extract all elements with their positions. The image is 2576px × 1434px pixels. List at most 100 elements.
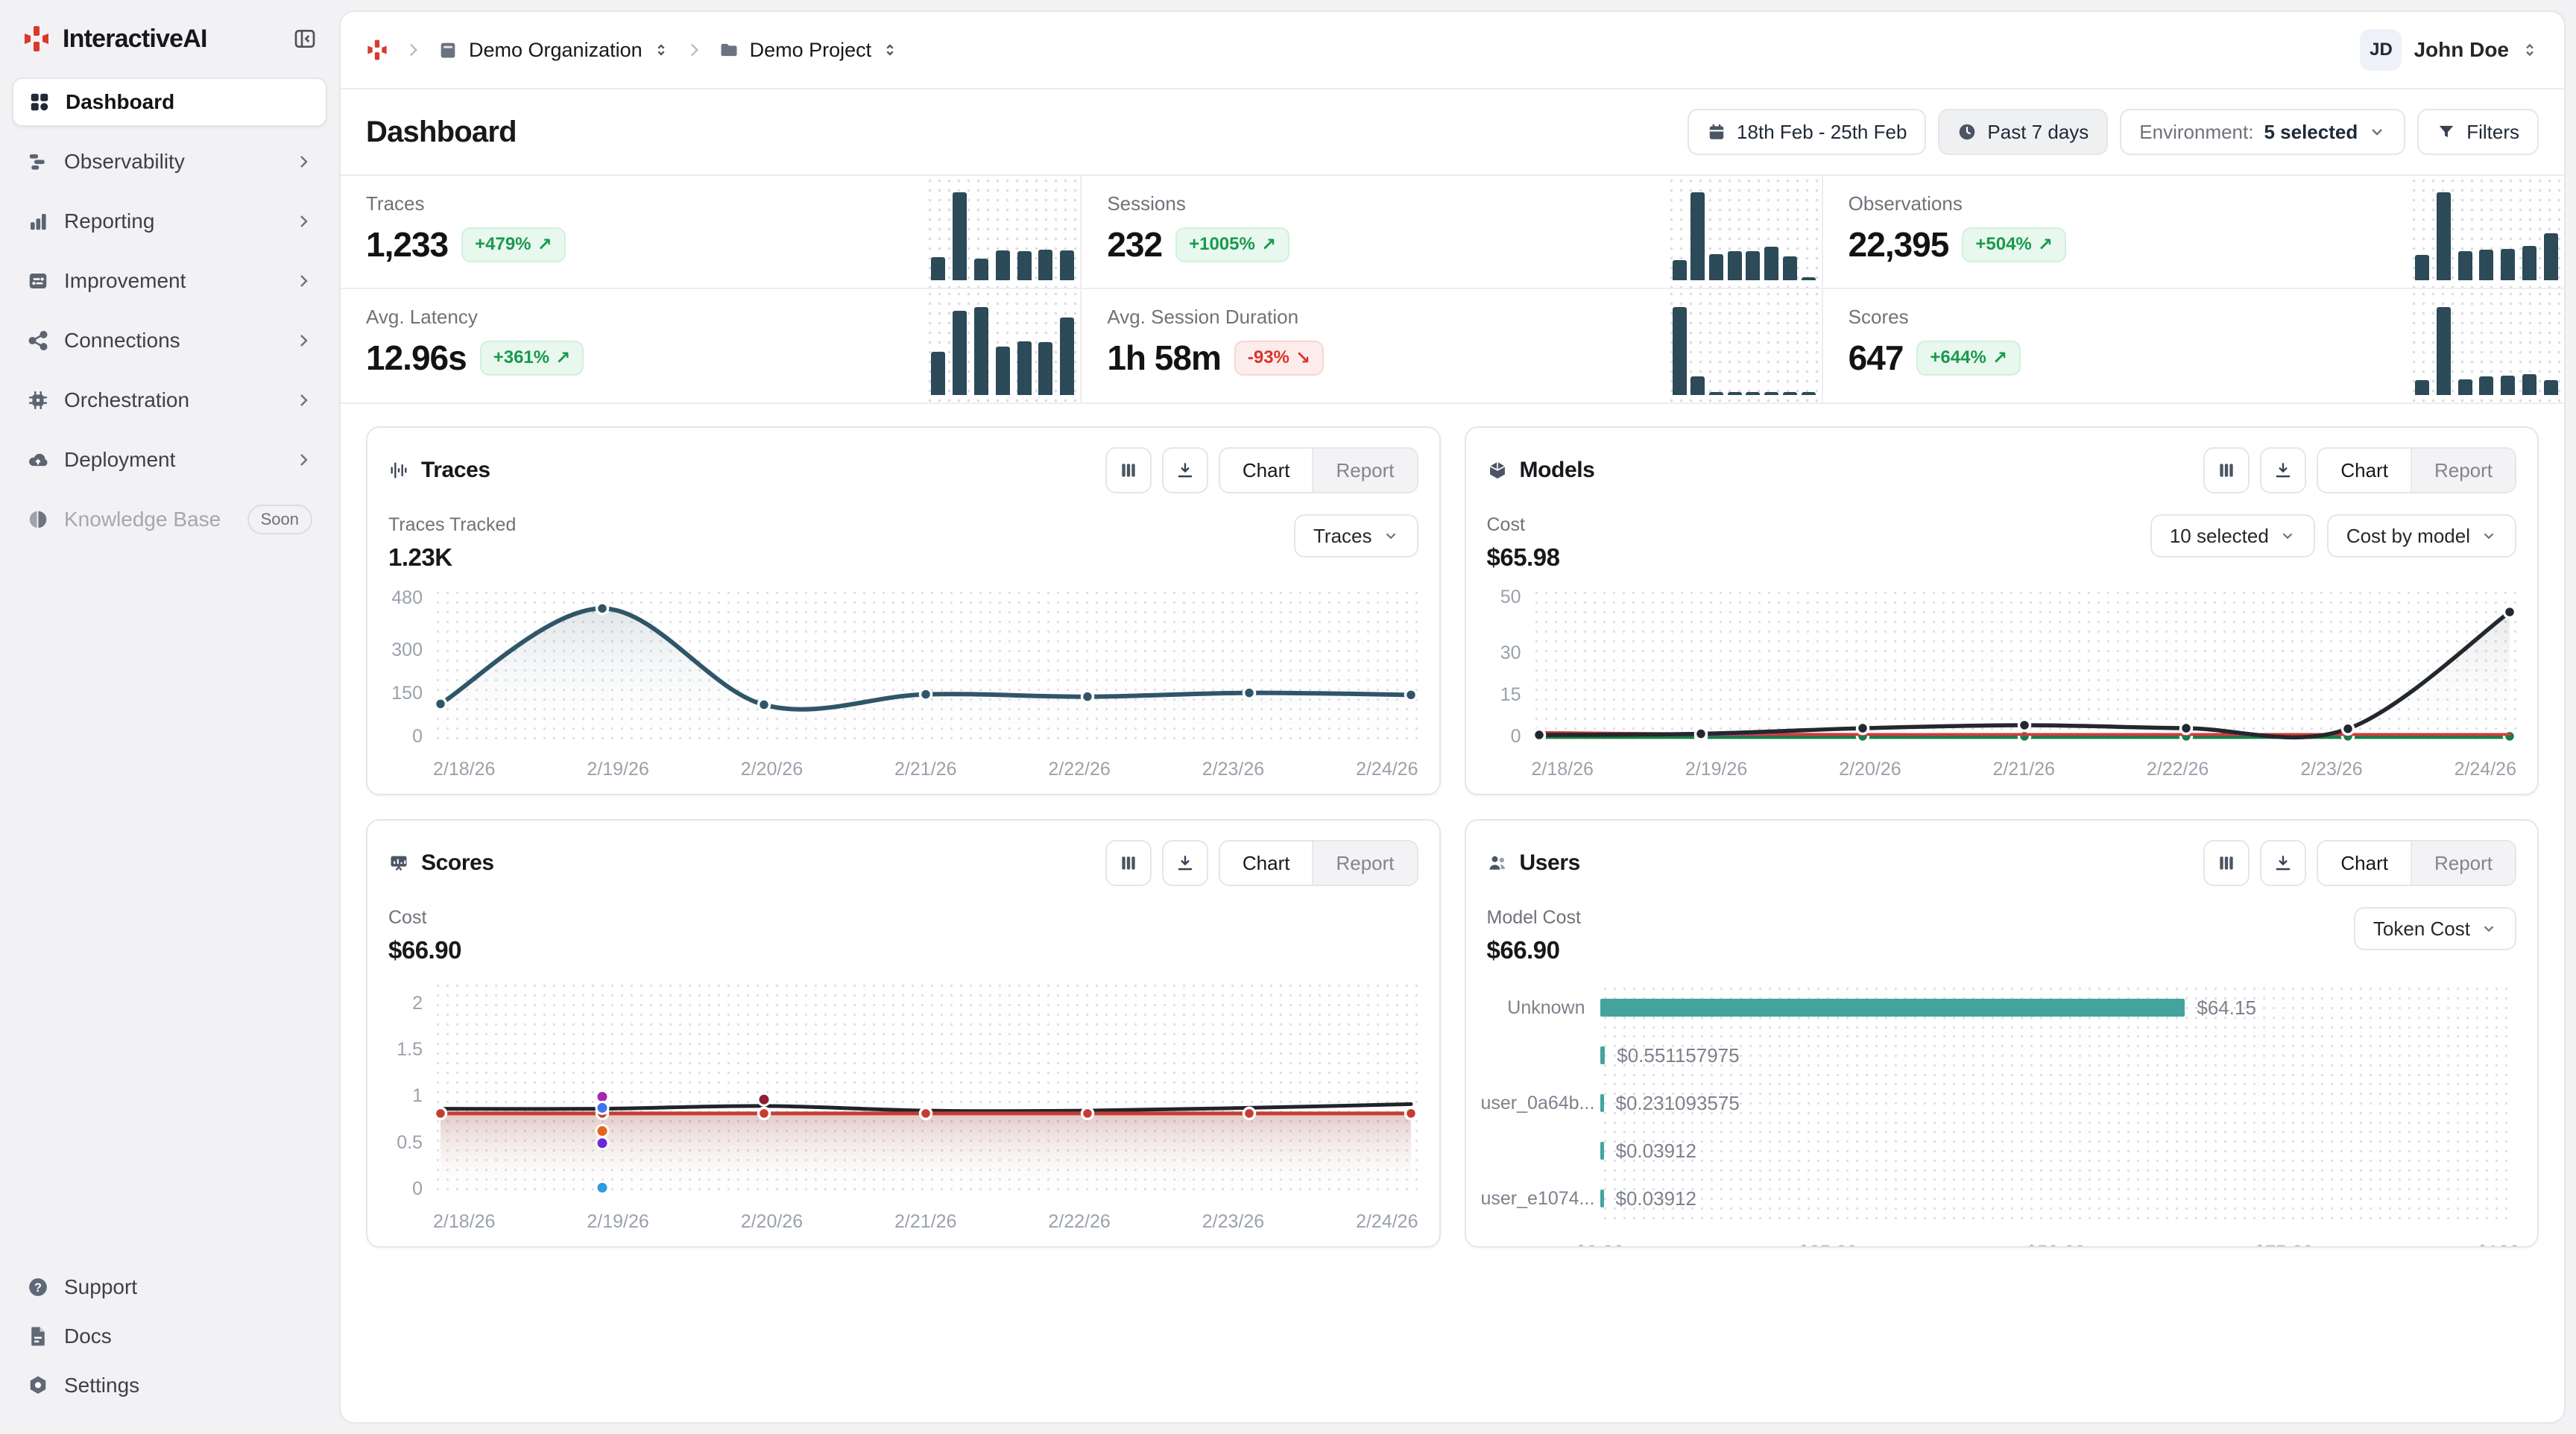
download-icon [1175,853,1195,873]
kpi-traces: Traces 1,233 +479%↗ [341,176,1082,289]
kpi-value: 647 [1849,338,1904,378]
filters-button[interactable]: Filters [2417,109,2539,155]
bar-value-label: $0.231093575 [1616,1092,1740,1115]
metric-value: $66.90 [1487,936,1581,964]
kpi-value: 12.96s [366,338,467,378]
tab-report[interactable]: Report [2411,841,2515,885]
quick-range-button[interactable]: Past 7 days [1938,109,2108,155]
trend-arrow-icon: ↗ [555,347,570,369]
spark-bar [2415,380,2429,395]
columns-icon [1119,461,1138,480]
columns-button[interactable] [1105,840,1152,886]
download-button[interactable] [2260,447,2306,493]
plot-area [433,588,1418,745]
users-metric-dropdown[interactable]: Token Cost [2354,907,2516,950]
metric-label: Cost [1487,514,1560,536]
spark-bar [953,311,967,395]
columns-button[interactable] [1105,447,1152,493]
plot-area [433,981,1418,1197]
environment-label: Environment: [2139,121,2253,144]
sidebar-item-label: Support [64,1275,137,1299]
sidebar-item-settings[interactable]: Settings [12,1362,327,1409]
trend-arrow-icon: ↘ [1295,347,1310,369]
models-card: Models Chart [1465,426,2539,795]
y-tick: 50 [1500,587,1521,608]
bar-track: $0.03912 [1600,1127,2513,1175]
x-axis: 2/18/262/19/262/20/262/21/262/22/262/23/… [433,745,1418,780]
tab-report[interactable]: Report [1312,449,1416,492]
select-updown-icon [2521,41,2539,59]
x-axis: 2/18/262/19/262/20/262/21/262/22/262/23/… [1532,745,2517,780]
tab-chart[interactable]: Chart [1220,841,1313,885]
sidebar-item-support[interactable]: ? Support [12,1264,327,1310]
models-groupby-dropdown[interactable]: Cost by model [2327,514,2516,558]
x-tick: 2/24/26 [2455,759,2516,780]
kpi-value: 232 [1107,224,1162,265]
environment-select[interactable]: Environment: 5 selected [2120,109,2405,155]
project-switcher[interactable]: Demo Project [719,39,899,62]
sidebar-collapse-button[interactable] [293,27,317,51]
traces-card: Traces Chart [366,426,1441,795]
tab-chart[interactable]: Chart [2318,841,2411,885]
sidebar-item-improvement[interactable]: Improvement [12,256,327,306]
spark-bar [2437,192,2451,280]
bar-row: user_e1074...$0.03912 [1481,1175,2513,1222]
traces-line-chart: 0150300480 2/18/262/19/262/20/262/21/262… [378,588,1418,780]
breadcrumb-separator-icon [684,40,704,60]
sidebar-item-label: Reporting [64,209,154,233]
traces-metric-dropdown[interactable]: Traces [1294,514,1418,558]
improvement-icon [27,270,49,292]
kpi-sparkline [925,289,1080,402]
trend-arrow-icon: ↗ [2038,234,2053,256]
sidebar-item-dashboard[interactable]: Dashboard [12,78,327,127]
organization-icon [438,40,458,60]
download-button[interactable] [2260,840,2306,886]
bar-rows: Unknown$64.15$0.551157975user_0a64b...$0… [1481,984,2513,1222]
chevron-down-icon [2481,920,2497,937]
spark-bar [2501,376,2515,395]
spark-bar [953,192,967,280]
sidebar-item-orchestration[interactable]: Orchestration [12,376,327,425]
bar [1600,1190,1604,1207]
user-menu[interactable]: JD John Doe [2360,29,2539,71]
tab-chart[interactable]: Chart [2318,449,2411,492]
spark-bar [1017,341,1032,395]
sidebar-item-connections[interactable]: Connections [12,316,327,365]
spark-bar [2501,249,2515,280]
sidebar-item-label: Dashboard [66,90,174,114]
calendar-icon [1707,122,1726,142]
kpi-sparkline [2409,176,2564,288]
scores-card-icon [388,853,409,874]
sidebar-item-reporting[interactable]: Reporting [12,197,327,246]
bar-value-label: $0.03912 [1616,1140,1696,1163]
columns-button[interactable] [2203,447,2250,493]
card-title: Traces [421,458,490,483]
chart-report-toggle: Chart Report [2317,447,2516,493]
tab-report[interactable]: Report [1312,841,1416,885]
spark-bar [1673,260,1687,280]
kpi-delta-badge: +479%↗ [461,227,566,262]
x-tick: 2/24/26 [1356,759,1418,780]
quick-range-label: Past 7 days [1987,121,2089,144]
kpi-value: 1h 58m [1107,338,1221,378]
sidebar-item-observability[interactable]: Observability [12,137,327,186]
bar [1600,999,2185,1017]
tab-report[interactable]: Report [2411,449,2515,492]
columns-button[interactable] [2203,840,2250,886]
download-button[interactable] [1162,840,1208,886]
y-axis: 0150300480 [378,588,433,745]
org-switcher[interactable]: Demo Organization [438,39,669,62]
x-tick: 2/18/26 [433,1211,495,1233]
models-selected-dropdown[interactable]: 10 selected [2150,514,2315,558]
sidebar-item-docs[interactable]: Docs [12,1313,327,1359]
x-tick: 2/20/26 [1839,759,1901,780]
spark-bar [1746,251,1760,280]
spark-bar [996,250,1010,280]
tab-chart[interactable]: Chart [1220,449,1313,492]
y-tick: 15 [1500,684,1521,706]
x-tick: 2/23/26 [1202,759,1264,780]
sidebar-item-deployment[interactable]: Deployment [12,435,327,484]
spark-bar [1690,376,1705,395]
download-button[interactable] [1162,447,1208,493]
date-range-button[interactable]: 18th Feb - 25th Feb [1688,109,1926,155]
